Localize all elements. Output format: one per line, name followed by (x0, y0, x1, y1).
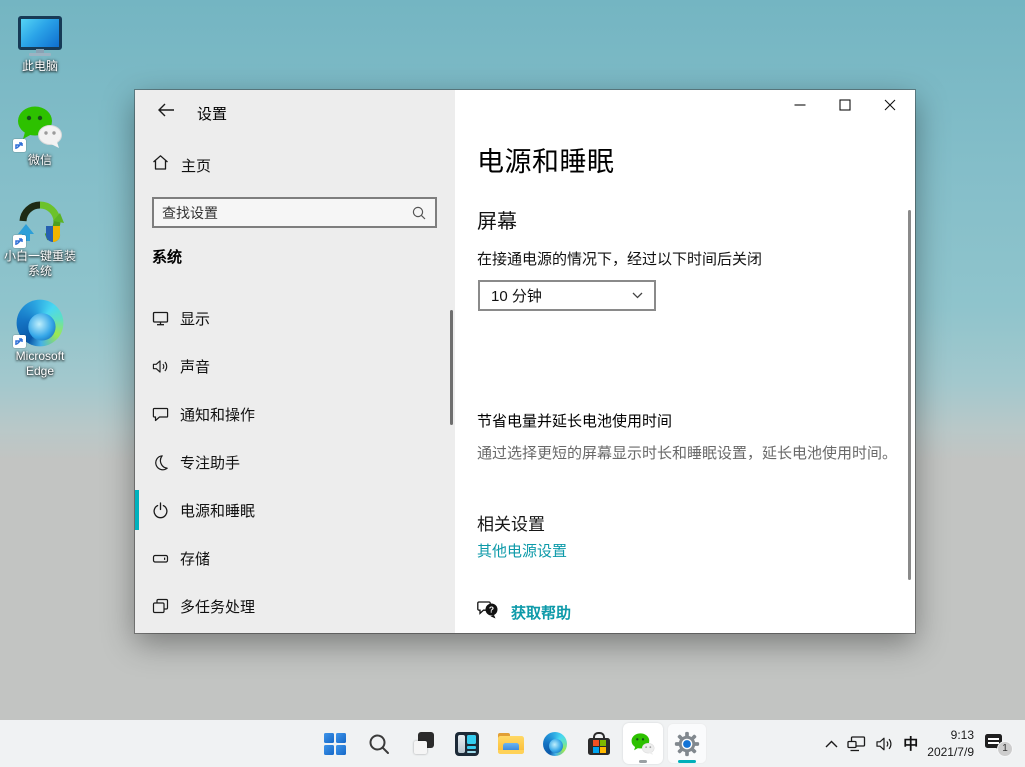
desktop-icon-this-pc[interactable]: 此电脑 (3, 10, 77, 74)
windows-logo-icon (324, 733, 346, 755)
sidebar-item-display[interactable]: 显示 (135, 298, 455, 338)
sidebar-item-focus-assist[interactable]: 专注助手 (135, 442, 455, 482)
clock[interactable]: 9:13 2021/7/9 (927, 727, 974, 761)
wechat-icon (15, 104, 65, 150)
start-button[interactable] (315, 723, 355, 764)
maximize-button[interactable] (822, 90, 867, 120)
content-scrollbar[interactable] (908, 210, 911, 580)
get-help-link[interactable]: 获取帮助 (511, 602, 571, 623)
edge-icon (543, 732, 567, 756)
desktop-icon-label: 此电脑 (22, 59, 58, 74)
system-tray: 中 9:13 2021/7/9 1 (825, 720, 1013, 767)
desktop-icon-wechat[interactable]: 微信 (3, 104, 77, 168)
svg-text:?: ? (489, 605, 494, 615)
settings-search-box[interactable] (152, 197, 437, 228)
desktop-icon-label: 微信 (28, 153, 52, 168)
settings-taskbar-button[interactable] (667, 723, 707, 764)
taskbar-center (315, 723, 707, 764)
widgets-icon (455, 732, 479, 756)
settings-gear-icon (674, 731, 700, 757)
sidebar-item-power-sleep[interactable]: 电源和睡眠 (135, 490, 455, 530)
wechat-taskbar-button[interactable] (623, 723, 663, 764)
focus-assist-icon (152, 454, 169, 471)
notifications-icon (152, 406, 169, 423)
close-button[interactable] (867, 90, 912, 120)
widgets-button[interactable] (447, 723, 487, 764)
microsoft-store-icon (587, 732, 611, 756)
show-hidden-icons-button[interactable] (825, 740, 838, 748)
screen-timeout-dropdown[interactable]: 10 分钟 (478, 280, 656, 311)
active-indicator (678, 760, 696, 763)
screen-section-title: 屏幕 (477, 205, 517, 234)
this-pc-icon (15, 10, 65, 56)
store-button[interactable] (579, 723, 619, 764)
desktop-icon-edge[interactable]: Microsoft Edge (3, 300, 77, 379)
battery-tip-description: 通过选择更短的屏幕显示时长和睡眠设置，延长电池使用时间。 (477, 442, 897, 463)
running-indicator (639, 760, 647, 763)
dropdown-value: 10 分钟 (480, 285, 632, 306)
desktop[interactable]: 此电脑 微信 (0, 0, 1025, 767)
search-input[interactable] (154, 205, 412, 221)
window-title: 设置 (197, 103, 227, 124)
page-title: 电源和睡眠 (477, 140, 615, 179)
edge-icon (15, 300, 65, 346)
volume-icon[interactable] (876, 736, 894, 752)
sidebar-home-label: 主页 (181, 155, 211, 176)
edge-button[interactable] (535, 723, 575, 764)
sidebar-section-title: 系统 (152, 246, 182, 267)
power-sleep-icon (152, 502, 169, 519)
file-explorer-icon (498, 733, 524, 754)
storage-icon (152, 550, 169, 567)
notification-badge: 1 (997, 741, 1013, 757)
screen-timeout-label: 在接通电源的情况下，经过以下时间后关闭 (477, 248, 762, 269)
search-icon (368, 733, 390, 755)
settings-sidebar: 设置 主页 系统 显示 (135, 90, 455, 633)
sidebar-item-storage[interactable]: 存储 (135, 538, 455, 578)
help-bubble-icon: ? (477, 600, 499, 624)
sound-icon (152, 358, 169, 375)
tray-date: 2021/7/9 (927, 744, 974, 761)
network-icon[interactable] (847, 736, 867, 752)
shortcut-arrow-icon (13, 235, 26, 248)
sidebar-item-multitasking[interactable]: 多任务处理 (135, 586, 455, 626)
notification-center-button[interactable]: 1 (983, 729, 1013, 759)
selected-indicator (135, 490, 139, 530)
window-controls (777, 90, 912, 120)
ime-indicator[interactable]: 中 (903, 733, 918, 754)
taskbar: 中 9:13 2021/7/9 1 (0, 720, 1025, 767)
sidebar-scrollbar[interactable] (450, 310, 453, 425)
file-explorer-button[interactable] (491, 723, 531, 764)
sidebar-item-home[interactable]: 主页 (152, 150, 438, 180)
get-help-row[interactable]: ? 获取帮助 (477, 600, 571, 624)
wechat-icon (630, 732, 656, 756)
desktop-icon-xiaobai[interactable]: 小白一键重装系统 (3, 200, 77, 279)
multitasking-icon (152, 598, 169, 615)
display-icon (152, 310, 169, 327)
back-button[interactable] (151, 98, 181, 122)
tray-time: 9:13 (927, 727, 974, 744)
desktop-icon-label: 小白一键重装系统 (3, 249, 77, 279)
shortcut-arrow-icon (13, 335, 26, 348)
settings-content: 电源和睡眠 屏幕 在接通电源的情况下，经过以下时间后关闭 10 分钟 节省电量并… (455, 90, 915, 633)
battery-tip-title: 节省电量并延长电池使用时间 (477, 410, 672, 431)
minimize-button[interactable] (777, 90, 822, 120)
xiaobai-reinstall-icon (15, 200, 65, 246)
chevron-up-icon (825, 740, 838, 748)
sidebar-item-sound[interactable]: 声音 (135, 346, 455, 386)
settings-window: 设置 主页 系统 显示 (135, 90, 915, 633)
other-power-settings-link[interactable]: 其他电源设置 (477, 540, 567, 561)
task-view-button[interactable] (403, 723, 443, 764)
task-view-icon (410, 731, 436, 757)
desktop-icon-label: Microsoft Edge (3, 349, 77, 379)
sidebar-item-notifications[interactable]: 通知和操作 (135, 394, 455, 434)
related-settings-title: 相关设置 (477, 510, 545, 535)
shortcut-arrow-icon (13, 139, 26, 152)
search-button[interactable] (359, 723, 399, 764)
chevron-down-icon (632, 292, 643, 299)
home-icon (152, 154, 169, 176)
search-icon (412, 206, 426, 220)
